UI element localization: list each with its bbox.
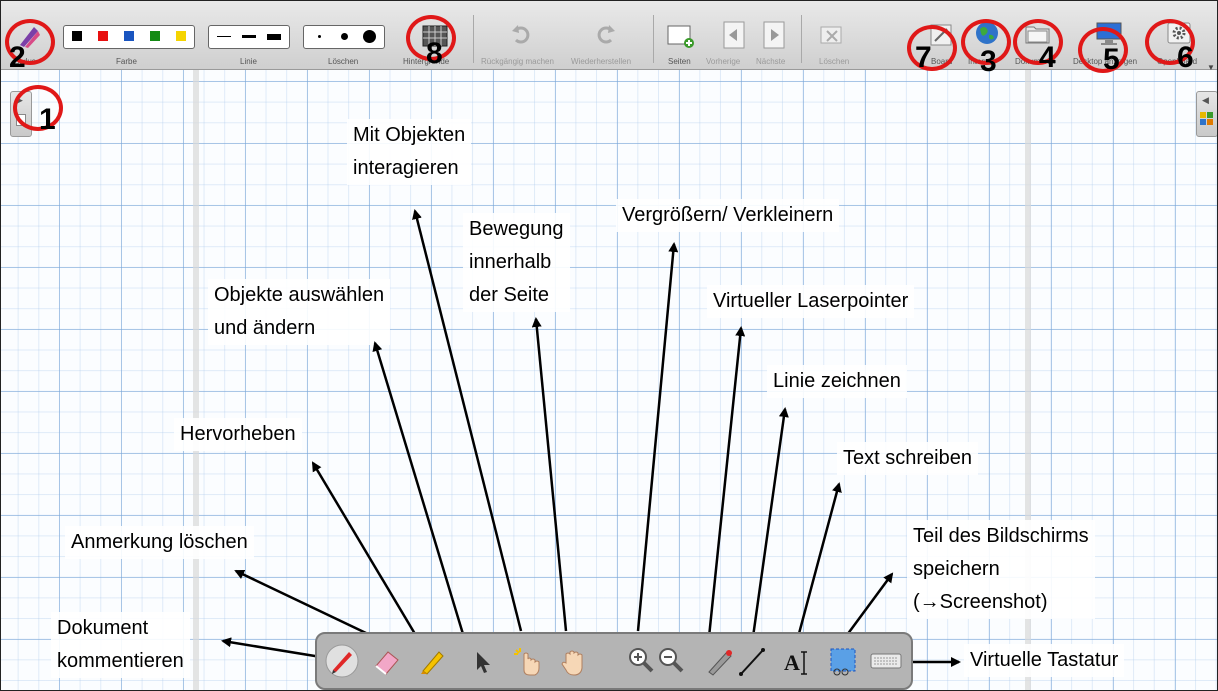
highlighter-icon[interactable] [415,644,449,678]
stylus-palette: A [315,632,913,690]
annotation-arrows [221,209,961,667]
line-icon[interactable] [735,644,769,678]
eraser-icon[interactable] [370,644,404,678]
laser-pointer-icon[interactable] [703,644,737,678]
whiteboard-canvas[interactable]: Stylus Farbe Linie Löschen Hintergründe … [0,0,1218,691]
pointer-icon[interactable] [465,644,499,678]
pen-icon[interactable] [325,644,359,678]
keyboard-icon[interactable] [869,644,903,678]
text-icon[interactable]: A [780,644,814,678]
capture-icon[interactable] [827,644,861,678]
move-hand-icon[interactable] [557,644,591,678]
interact-hand-icon[interactable] [510,644,544,678]
svg-text:A: A [784,650,800,675]
zoom-in-icon[interactable] [625,644,659,678]
zoom-out-icon[interactable] [655,644,689,678]
